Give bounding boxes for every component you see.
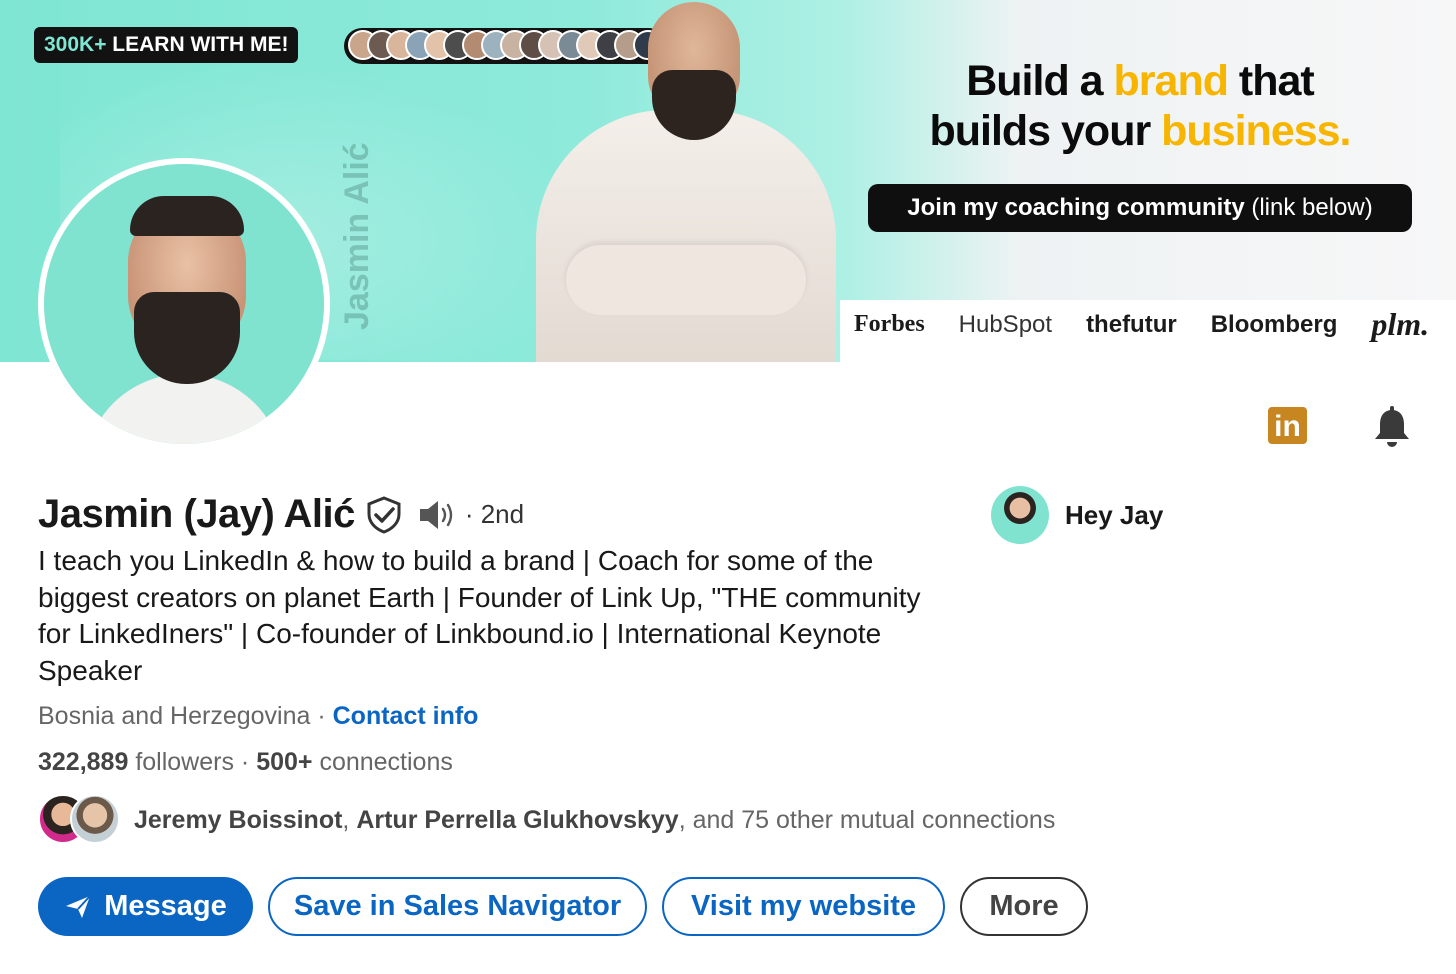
headline-part: that — [1227, 57, 1315, 105]
banner-headline: Build a brand that builds your business. — [880, 56, 1400, 156]
location-row: Bosnia and Herzegovina · Contact info — [38, 702, 478, 731]
banner-ghost-name: Jasmin Alić — [338, 142, 376, 330]
name-row: Jasmin (Jay) Alić · 2nd — [38, 492, 524, 537]
press-logos: Forbes HubSpot thefutur Bloomberg plm. — [854, 306, 1429, 343]
badge-number: 300K+ — [44, 33, 107, 56]
banner-person-shirt — [536, 110, 836, 362]
location-separator: · — [310, 702, 333, 730]
followers-label: followers — [128, 748, 234, 776]
mutual-connections-text[interactable]: Jeremy Boissinot, Artur Perrella Glukhov… — [134, 806, 1055, 835]
badge-text: LEARN WITH ME! — [106, 33, 289, 56]
headline-highlight: business. — [1161, 107, 1351, 155]
hubspot-logo: HubSpot — [958, 310, 1053, 338]
send-icon — [66, 894, 91, 918]
connection-degree: · 2nd — [464, 499, 525, 529]
banner-cta: Join my coaching community (link below) — [868, 184, 1412, 232]
photo-hair — [130, 196, 244, 236]
mutual-rest: , and 75 other mutual connections — [678, 805, 1056, 834]
forbes-logo: Forbes — [854, 311, 925, 337]
photo-shirt — [84, 374, 284, 444]
bloomberg-logo: Bloomberg — [1210, 310, 1338, 338]
cta-rest: (link below) — [1244, 194, 1373, 221]
profile-photo-image — [44, 164, 324, 444]
bell-icon[interactable] — [1372, 406, 1412, 448]
avatar — [70, 794, 120, 844]
verified-shield-icon[interactable] — [365, 495, 403, 534]
plm-logo: plm. — [1371, 306, 1430, 342]
greeting-text: Hey Jay — [1065, 499, 1164, 530]
banner-person-arms — [566, 245, 806, 315]
profile-headline: I teach you LinkedIn & how to build a br… — [38, 545, 921, 686]
name-pronunciation-speaker-icon[interactable] — [417, 498, 457, 532]
followers-count: 322,889 — [38, 748, 129, 776]
headline-highlight: brand — [1113, 57, 1229, 105]
profile-photo[interactable] — [38, 158, 330, 450]
location: Bosnia and Herzegovina — [38, 702, 311, 730]
mutual-comma: , — [342, 805, 357, 834]
message-label: Message — [104, 890, 227, 922]
more-button[interactable]: More — [960, 877, 1088, 936]
save-in-sales-navigator-button[interactable]: Save in Sales Navigator — [268, 877, 647, 936]
contact-info-link[interactable]: Contact info — [333, 702, 479, 730]
mutual-name: Jeremy Boissinot — [134, 805, 343, 834]
linkedin-icon[interactable]: in — [1268, 407, 1307, 444]
photo-beard — [134, 292, 240, 384]
headline-part: builds your — [929, 107, 1162, 155]
stat-separator: · — [233, 748, 257, 776]
visit-website-button[interactable]: Visit my website — [662, 877, 945, 936]
learn-with-me-badge: 300K+ LEARN WITH ME! — [34, 27, 299, 63]
headline-part: Build a — [966, 57, 1114, 105]
connections-label[interactable]: connections — [313, 748, 452, 776]
connections-count[interactable]: 500+ — [256, 748, 312, 776]
stats-row: 322,889 followers · 500+ connections — [38, 748, 453, 777]
mutual-name: Artur Perrella Glukhovskyy — [356, 805, 679, 834]
message-button[interactable]: Message — [38, 877, 253, 936]
mutual-avatars — [38, 794, 122, 846]
greeting-block[interactable]: Hey Jay — [991, 486, 1163, 544]
profile-name: Jasmin (Jay) Alić — [38, 492, 355, 536]
banner-person-photo — [536, 0, 836, 362]
thefutur-logo: thefutur — [1086, 310, 1177, 338]
mutual-connections[interactable]: Jeremy Boissinot, Artur Perrella Glukhov… — [38, 794, 1055, 846]
cta-bold: Join my coaching community — [907, 194, 1245, 221]
avatar — [991, 486, 1049, 544]
